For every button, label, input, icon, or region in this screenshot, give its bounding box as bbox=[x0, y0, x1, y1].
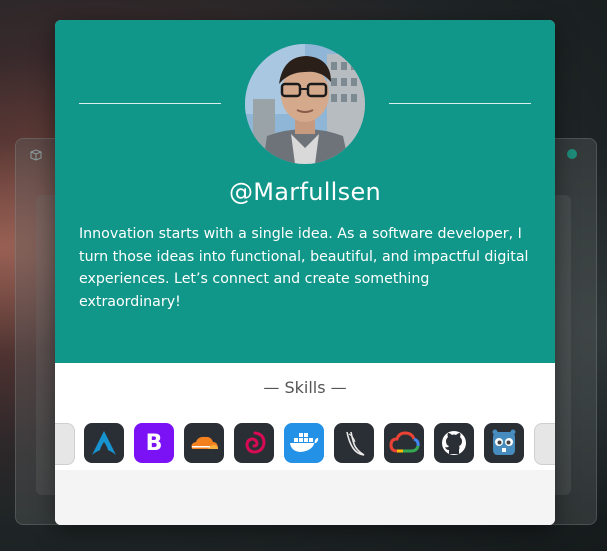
profile-header: @Marfullsen Innovation starts with a sin… bbox=[55, 20, 555, 363]
divider-right bbox=[389, 103, 531, 104]
card-footer bbox=[55, 470, 555, 525]
cloudflare-icon[interactable] bbox=[184, 423, 224, 463]
partial-icon-right[interactable] bbox=[534, 423, 555, 465]
partial-icon-left[interactable] bbox=[55, 423, 75, 465]
godot-icon[interactable] bbox=[484, 423, 524, 463]
avatar[interactable] bbox=[245, 44, 365, 164]
docker-icon[interactable] bbox=[284, 423, 324, 463]
flask-icon[interactable] bbox=[334, 423, 374, 463]
bootstrap-glyph: B bbox=[145, 430, 163, 456]
skills-heading: — Skills — bbox=[263, 378, 347, 397]
bio-text: Innovation starts with a single idea. As… bbox=[79, 226, 529, 311]
github-icon[interactable] bbox=[434, 423, 474, 463]
background-status-dot bbox=[567, 149, 577, 159]
username: @Marfullsen bbox=[228, 178, 382, 206]
bootstrap-icon[interactable]: B bbox=[134, 423, 174, 463]
divider-left bbox=[79, 103, 221, 104]
google-cloud-icon[interactable] bbox=[384, 423, 424, 463]
arch-linux-icon[interactable] bbox=[84, 423, 124, 463]
skills-carousel[interactable]: B bbox=[55, 423, 555, 465]
profile-card: @Marfullsen Innovation starts with a sin… bbox=[55, 20, 555, 525]
background-cube-icon bbox=[29, 149, 43, 161]
debian-icon[interactable] bbox=[234, 423, 274, 463]
